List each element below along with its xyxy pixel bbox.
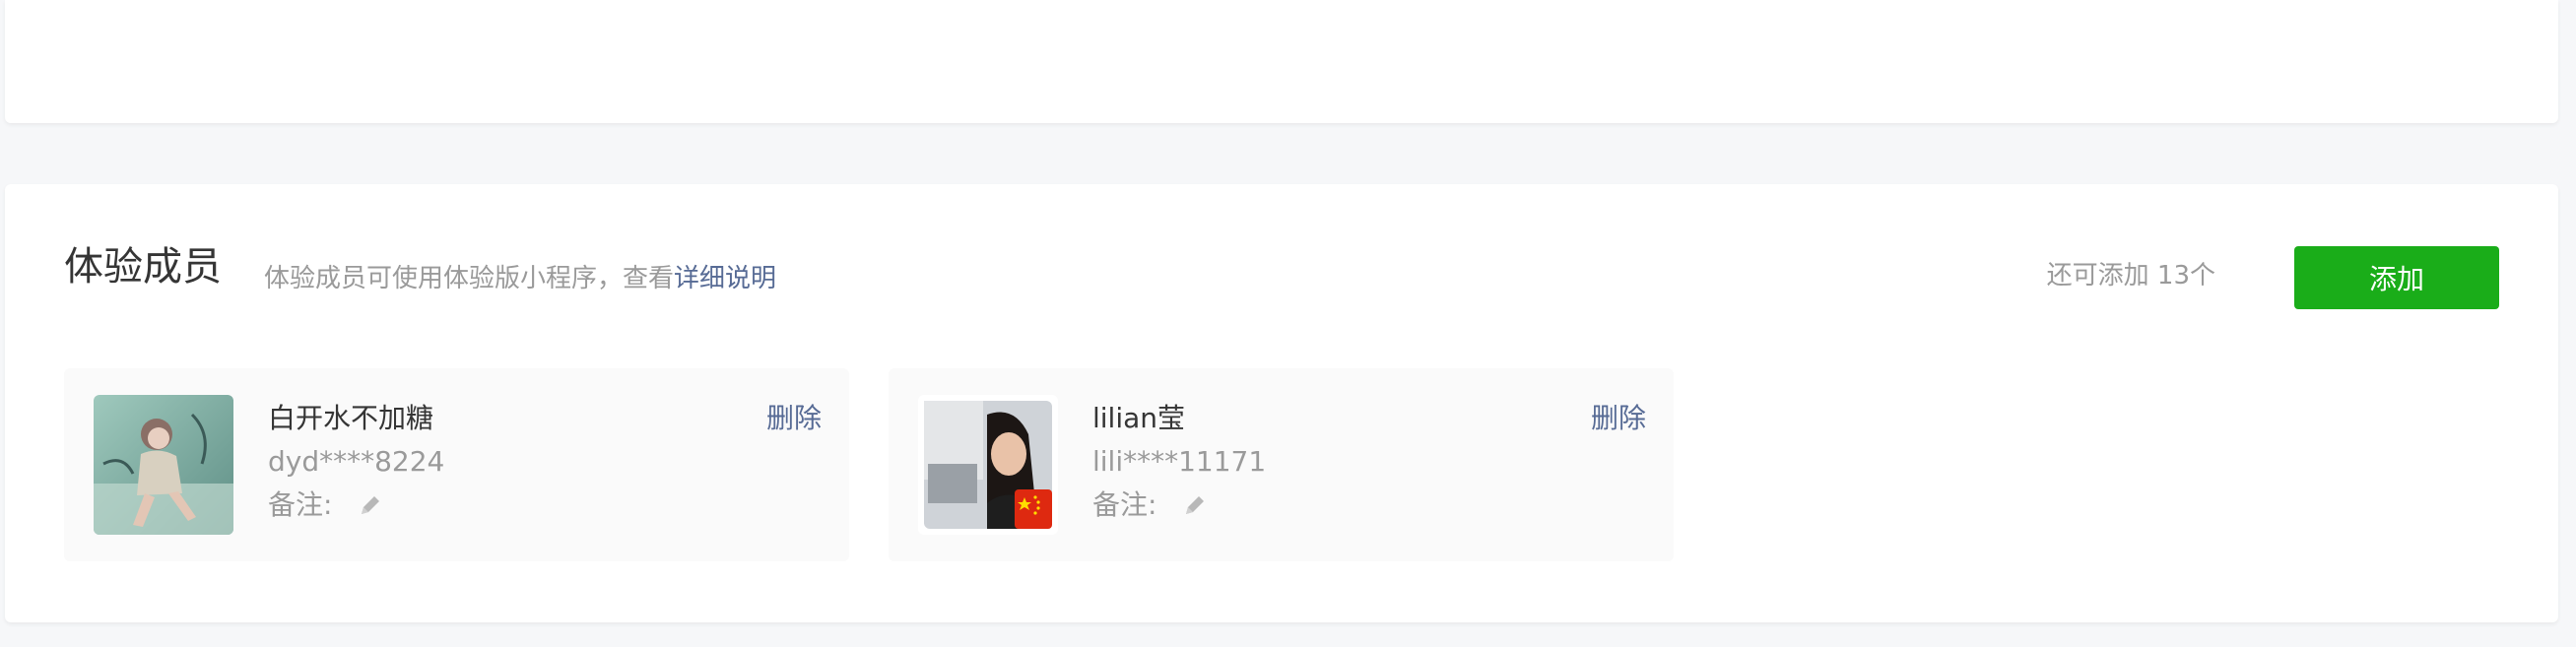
member-id: lili****11171	[1092, 445, 1267, 478]
section-title: 体验成员	[64, 244, 222, 290]
experience-members-panel: 体验成员 体验成员可使用体验版小程序，查看详细说明 还可添加 13个 添加 白开…	[5, 184, 2558, 622]
add-member-button[interactable]: 添加	[2294, 246, 2499, 309]
member-remark: 备注:	[1092, 488, 1210, 522]
member-name: 白开水不加糖	[268, 402, 434, 434]
section-description-text: 体验成员可使用体验版小程序，查看	[264, 264, 675, 293]
delete-member-link[interactable]: 删除	[766, 402, 822, 435]
avatar-illustration-icon	[94, 395, 233, 535]
remark-label: 备注:	[1092, 488, 1157, 521]
delete-member-link[interactable]: 删除	[1591, 402, 1646, 435]
top-panel	[5, 0, 2558, 123]
avatar	[918, 395, 1058, 535]
details-link[interactable]: 详细说明	[674, 264, 776, 293]
section-description: 体验成员可使用体验版小程序，查看详细说明	[264, 266, 776, 291]
member-remark: 备注:	[268, 488, 385, 522]
member-card: 白开水不加糖 dyd****8224 备注: 删除	[64, 368, 849, 561]
remark-label: 备注:	[268, 488, 333, 521]
member-name: lilian莹	[1092, 402, 1186, 434]
avatar-photo-icon	[918, 395, 1058, 535]
member-id: dyd****8224	[268, 445, 445, 478]
avatar	[94, 395, 233, 535]
edit-pencil-icon[interactable]	[1180, 490, 1210, 520]
member-card: lilian莹 lili****11171 备注: 删除	[889, 368, 1674, 561]
quota-text: 还可添加 13个	[2046, 261, 2215, 291]
edit-pencil-icon[interactable]	[356, 490, 385, 520]
